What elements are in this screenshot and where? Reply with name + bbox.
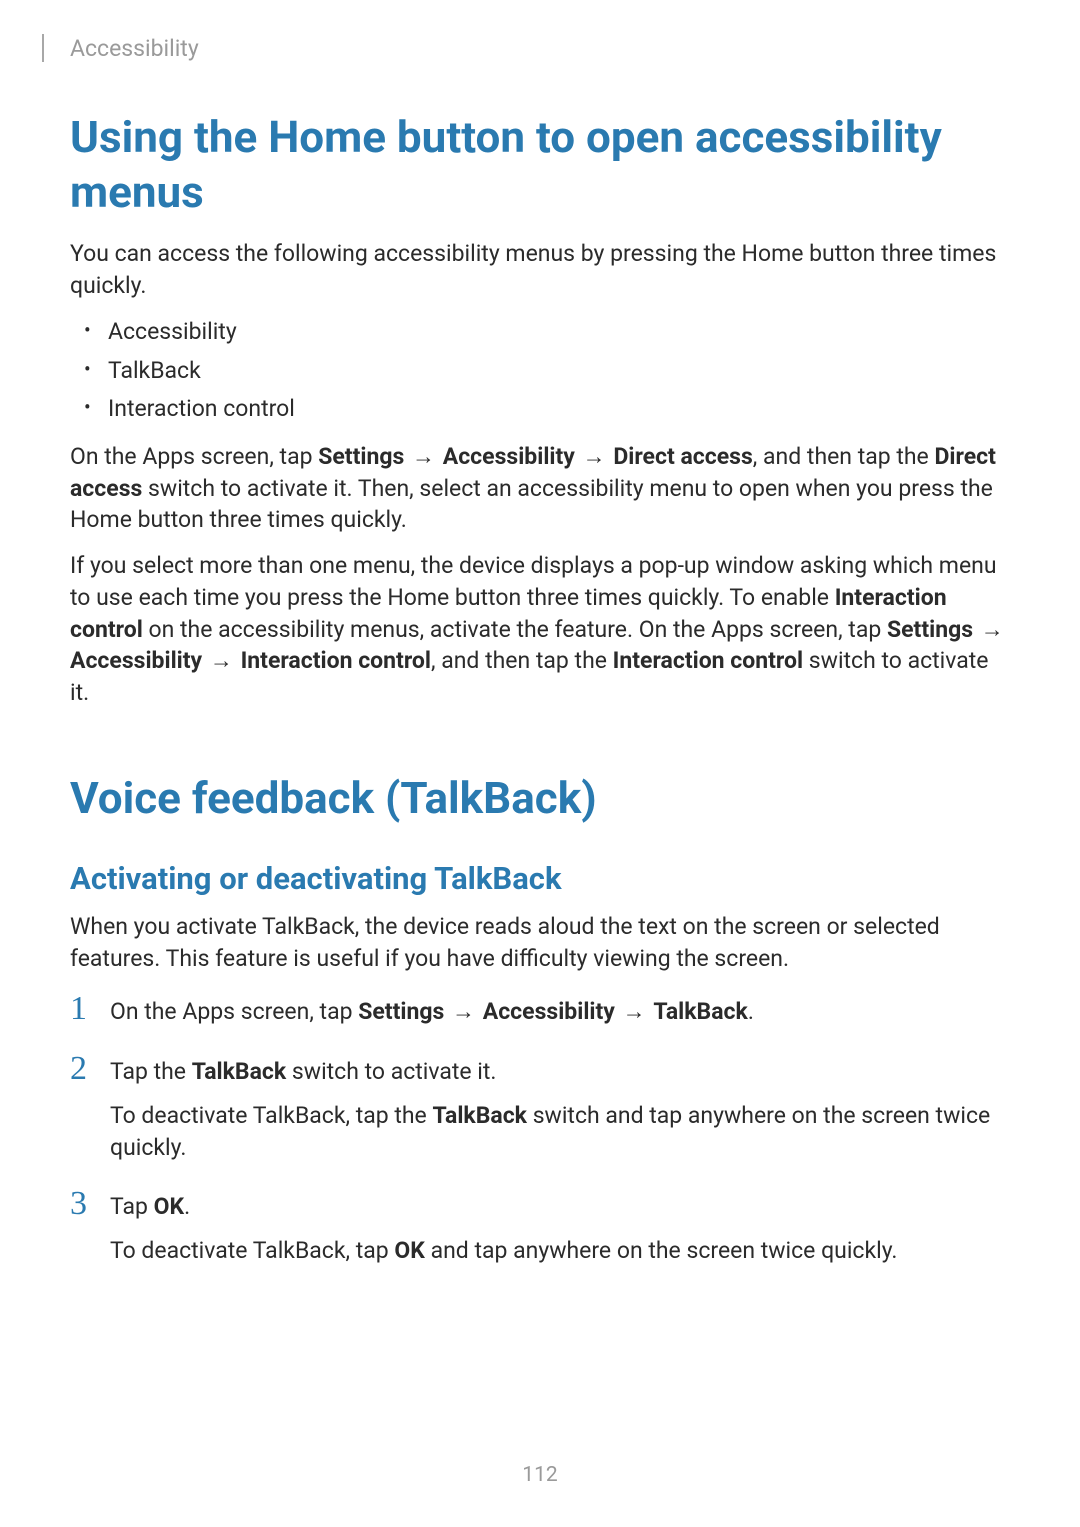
bold-talkback: TalkBack	[653, 998, 748, 1025]
text-run: Tap	[110, 1193, 154, 1220]
step-3: 3 Tap OK. To deactivate TalkBack, tap OK…	[70, 1187, 1010, 1266]
list-item: Accessibility	[108, 315, 1010, 350]
breadcrumb: Accessibility	[42, 34, 1010, 62]
bold-ok: OK	[154, 1193, 184, 1220]
section1-para-nav: On the Apps screen, tap Settings → Acces…	[70, 441, 1010, 536]
step-number: 2	[70, 1052, 110, 1086]
arrow-icon: →	[981, 614, 1004, 646]
bullet-list: Accessibility TalkBack Interaction contr…	[70, 315, 1010, 427]
step-body: Tap the TalkBack switch to activate it. …	[110, 1052, 1010, 1163]
text-run: .	[748, 998, 754, 1025]
text-run: To deactivate TalkBack, tap the	[110, 1102, 432, 1129]
section1-intro: You can access the following accessibili…	[70, 238, 1010, 301]
text-run: on the accessibility menus, activate the…	[143, 616, 887, 643]
bold-ok: OK	[394, 1237, 424, 1264]
bold-talkback: TalkBack	[192, 1058, 287, 1085]
text-run: .	[184, 1193, 190, 1220]
bold-interaction-control: Interaction control	[241, 647, 431, 674]
step-number: 1	[70, 992, 110, 1026]
step-body: Tap OK. To deactivate TalkBack, tap OK a…	[110, 1187, 1010, 1266]
step-1: 1 On the Apps screen, tap Settings → Acc…	[70, 992, 1010, 1028]
step-2: 2 Tap the TalkBack switch to activate it…	[70, 1052, 1010, 1163]
step-text: Tap the TalkBack switch to activate it.	[110, 1056, 1010, 1088]
text-run: and tap anywhere on the screen twice qui…	[425, 1237, 898, 1264]
text-run: , and then tap the	[753, 443, 935, 470]
breadcrumb-text: Accessibility	[70, 35, 199, 62]
page-number: 112	[0, 1463, 1080, 1487]
bold-accessibility: Accessibility	[443, 443, 575, 470]
step-text: On the Apps screen, tap Settings → Acces…	[110, 996, 1010, 1028]
bold-settings: Settings	[318, 443, 404, 470]
list-item: TalkBack	[108, 354, 1010, 389]
section-heading-2: Voice feedback (TalkBack)	[70, 771, 1010, 826]
text-run: On the Apps screen, tap	[70, 443, 318, 470]
arrow-icon: →	[412, 441, 435, 473]
text-run: switch to activate it.	[286, 1058, 496, 1085]
breadcrumb-tick	[42, 34, 44, 62]
steps-list: 1 On the Apps screen, tap Settings → Acc…	[70, 992, 1010, 1266]
section-heading-1: Using the Home button to open accessibil…	[70, 110, 1010, 220]
text-run: Tap the	[110, 1058, 192, 1085]
step-subtext: To deactivate TalkBack, tap the TalkBack…	[110, 1100, 1010, 1163]
arrow-icon: →	[210, 645, 233, 677]
section2-intro: When you activate TalkBack, the device r…	[70, 911, 1010, 974]
text-run: , and then tap the	[431, 647, 613, 674]
section1-para-interaction: If you select more than one menu, the de…	[70, 550, 1010, 709]
bold-talkback: TalkBack	[432, 1102, 527, 1129]
bold-accessibility: Accessibility	[483, 998, 615, 1025]
arrow-icon: →	[623, 996, 646, 1028]
text-run: On the Apps screen, tap	[110, 998, 358, 1025]
arrow-icon: →	[583, 441, 606, 473]
bold-interaction-control: Interaction control	[613, 647, 803, 674]
arrow-icon: →	[452, 996, 475, 1028]
section2-subheading: Activating or deactivating TalkBack	[70, 860, 1010, 897]
bold-direct-access: Direct access	[613, 443, 752, 470]
step-subtext: To deactivate TalkBack, tap OK and tap a…	[110, 1235, 1010, 1267]
text-run: To deactivate TalkBack, tap	[110, 1237, 394, 1264]
bold-settings: Settings	[358, 998, 444, 1025]
step-text: Tap OK.	[110, 1191, 1010, 1223]
bold-settings: Settings	[887, 616, 973, 643]
text-run: switch to activate it. Then, select an a…	[70, 475, 993, 534]
page-content: Accessibility Using the Home button to o…	[0, 0, 1080, 1267]
bold-accessibility: Accessibility	[70, 647, 202, 674]
list-item: Interaction control	[108, 392, 1010, 427]
step-number: 3	[70, 1187, 110, 1221]
step-body: On the Apps screen, tap Settings → Acces…	[110, 992, 1010, 1028]
